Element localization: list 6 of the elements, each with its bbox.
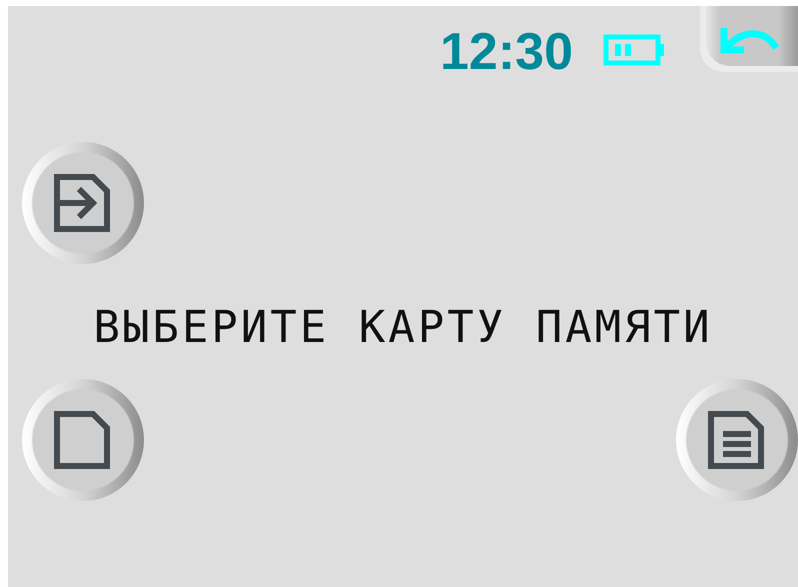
clock-time: 12:30 [440,26,573,78]
message-text: ВЫБЕРИТЕ КАРТУ ПАМЯТИ [92,302,714,355]
document-lines-icon [707,410,767,470]
card-arrow-icon [53,173,113,233]
card-icon [53,410,113,470]
battery-icon [603,34,667,66]
